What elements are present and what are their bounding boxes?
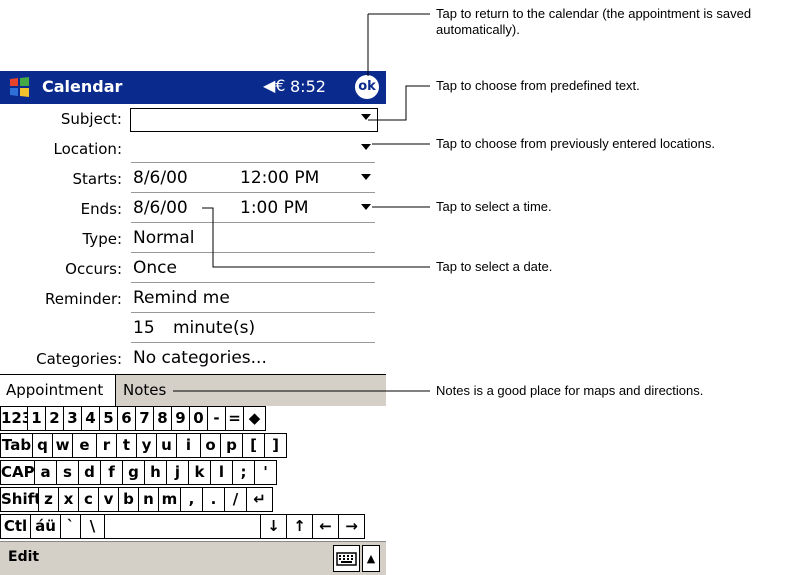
callout-subject: Tap to choose from predefined text. <box>436 78 640 93</box>
callout-location: Tap to choose from previously entered lo… <box>436 136 715 151</box>
callout-date: Tap to select a date. <box>436 259 553 274</box>
callout-ok: Tap to return to the calendar (the appoi… <box>436 6 752 37</box>
callout-notes: Notes is a good place for maps and direc… <box>436 383 704 398</box>
callout-lines <box>173 13 430 392</box>
callout-time: Tap to select a time. <box>436 199 552 214</box>
